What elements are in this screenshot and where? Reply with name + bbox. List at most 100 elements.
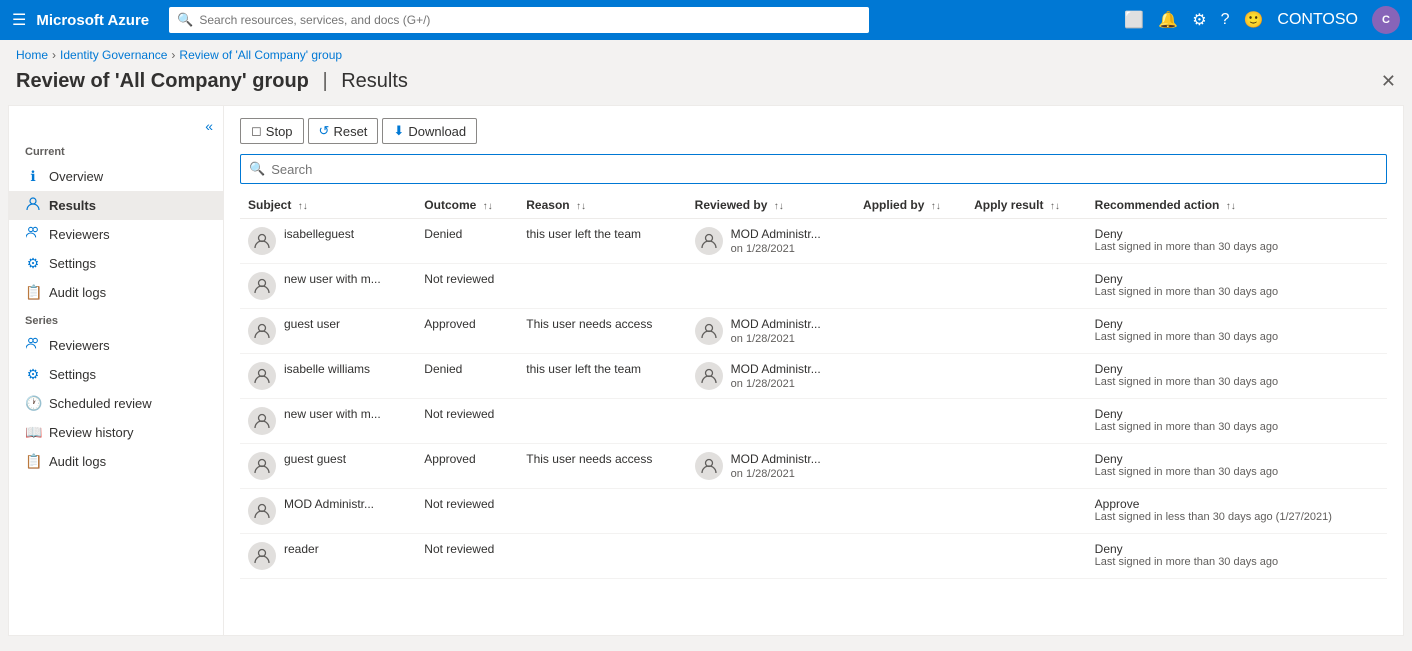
cell-applied-by-5 [855,444,966,489]
sidebar-collapse-button[interactable]: « [9,114,223,138]
stop-label: Stop [266,124,293,139]
hamburger-menu[interactable]: ☰ [12,10,26,30]
col-reviewed-by[interactable]: Reviewed by ↑↓ [687,192,855,219]
reviewer-avatar-2 [695,317,723,345]
user-avatar-3 [248,362,276,390]
recommended-action-5: Deny [1095,452,1379,466]
breadcrumb-identity-governance[interactable]: Identity Governance [60,48,167,62]
user-avatar-1 [248,272,276,300]
reviewer-avatar-5 [695,452,723,480]
sort-outcome-icon[interactable]: ↑↓ [483,201,493,212]
cell-recommended-2: Deny Last signed in more than 30 days ag… [1087,309,1387,354]
reviewer-name-2: MOD Administr... [731,317,821,331]
cell-reviewed-by-3: MOD Administr... on 1/28/2021 [687,354,855,399]
tenant-name: CONTOSO [1277,11,1358,29]
cell-outcome-5: Approved [416,444,518,489]
sort-reviewedby-icon[interactable]: ↑↓ [774,201,784,212]
cell-reviewed-by-6 [687,489,855,534]
reviewer-date-2: on 1/28/2021 [731,333,821,345]
sidebar-item-auditlogs-current[interactable]: 📋 Audit logs [9,278,223,307]
sort-subject-icon[interactable]: ↑↓ [298,201,308,212]
close-button[interactable]: ✕ [1381,71,1396,92]
sidebar-label-review-history: Review history [49,425,134,440]
table-header-row: Subject ↑↓ Outcome ↑↓ Reason ↑↓ Review [240,192,1387,219]
col-applied-by[interactable]: Applied by ↑↓ [855,192,966,219]
results-icon [25,197,41,214]
sidebar-item-reviewers-series[interactable]: Reviewers [9,331,223,360]
reviewers-current-icon [25,226,41,243]
cell-subject-1: new user with m... [240,264,416,309]
settings-icon[interactable]: ⚙ [1192,10,1206,30]
sidebar-item-settings-series[interactable]: ⚙ Settings [9,360,223,389]
cell-reason-0: this user left the team [518,219,686,264]
cell-outcome-0: Denied [416,219,518,264]
recommended-sub-5: Last signed in more than 30 days ago [1095,466,1379,478]
sidebar-item-overview[interactable]: ℹ Overview [9,162,223,191]
cell-reviewed-by-5: MOD Administr... on 1/28/2021 [687,444,855,489]
cell-reason-2: This user needs access [518,309,686,354]
sidebar: « Current ℹ Overview Results Reviewers ⚙… [9,106,224,635]
app-logo: Microsoft Azure [36,12,149,29]
recommended-sub-4: Last signed in more than 30 days ago [1095,421,1379,433]
toolbar: ◻ Stop ↺ Reset ⬇ Download [240,118,1387,144]
sidebar-label-reviewers-series: Reviewers [49,338,110,353]
content-area: ◻ Stop ↺ Reset ⬇ Download 🔍 [224,106,1403,635]
feedback-icon[interactable]: 🙂 [1243,10,1263,30]
subject-name-6: MOD Administr... [284,497,374,511]
col-reason[interactable]: Reason ↑↓ [518,192,686,219]
title-pipe: | [322,70,327,92]
sidebar-item-settings-current[interactable]: ⚙ Settings [9,249,223,278]
sort-recommended-icon[interactable]: ↑↓ [1226,201,1236,212]
cell-outcome-3: Denied [416,354,518,399]
subject-name-5: guest guest [284,452,346,466]
settings-series-icon: ⚙ [25,366,41,383]
cell-reviewed-by-1 [687,264,855,309]
sidebar-item-auditlogs-series[interactable]: 📋 Audit logs [9,447,223,476]
scheduled-review-icon: 🕐 [25,395,41,412]
col-outcome[interactable]: Outcome ↑↓ [416,192,518,219]
cell-applied-by-6 [855,489,966,534]
review-history-icon: 📖 [25,424,41,441]
sort-appliedby-icon[interactable]: ↑↓ [931,201,941,212]
cell-reason-6 [518,489,686,534]
breadcrumb-home[interactable]: Home [16,48,48,62]
global-search-input[interactable] [199,13,861,27]
main-layout: « Current ℹ Overview Results Reviewers ⚙… [8,105,1404,636]
table-search-bar: 🔍 [240,154,1387,184]
cell-reason-1 [518,264,686,309]
portal-icon[interactable]: ⬜ [1124,10,1144,30]
sidebar-item-review-history[interactable]: 📖 Review history [9,418,223,447]
sort-applyresult-icon[interactable]: ↑↓ [1050,201,1060,212]
recommended-sub-6: Last signed in less than 30 days ago (1/… [1095,511,1379,523]
sidebar-series-label: Series [9,307,223,331]
results-table: Subject ↑↓ Outcome ↑↓ Reason ↑↓ Review [240,192,1387,579]
user-avatar-5 [248,452,276,480]
cell-subject-3: isabelle williams [240,354,416,399]
top-navigation: ☰ Microsoft Azure 🔍 ⬜ 🔔 ⚙ ? 🙂 CONTOSO C [0,0,1412,40]
table-search-input[interactable] [271,162,1378,177]
col-apply-result[interactable]: Apply result ↑↓ [966,192,1087,219]
cell-reviewed-by-2: MOD Administr... on 1/28/2021 [687,309,855,354]
sidebar-item-reviewers-current[interactable]: Reviewers [9,220,223,249]
col-subject[interactable]: Subject ↑↓ [240,192,416,219]
cell-apply-result-6 [966,489,1087,534]
sidebar-label-results: Results [49,198,96,213]
sidebar-item-scheduled-review[interactable]: 🕐 Scheduled review [9,389,223,418]
reviewer-avatar-3 [695,362,723,390]
stop-button[interactable]: ◻ Stop [240,118,304,144]
user-avatar[interactable]: C [1372,6,1400,34]
sidebar-item-results[interactable]: Results [9,191,223,220]
cell-outcome-1: Not reviewed [416,264,518,309]
breadcrumb-review[interactable]: Review of 'All Company' group [179,48,342,62]
sidebar-label-overview: Overview [49,169,103,184]
search-icon: 🔍 [177,12,193,28]
sort-reason-icon[interactable]: ↑↓ [576,201,586,212]
recommended-sub-2: Last signed in more than 30 days ago [1095,331,1379,343]
col-recommended-action[interactable]: Recommended action ↑↓ [1087,192,1387,219]
notifications-icon[interactable]: 🔔 [1158,10,1178,30]
help-icon[interactable]: ? [1221,11,1230,29]
table-search-icon: 🔍 [249,161,265,177]
table-row: reader Not reviewed Deny Last signed in … [240,534,1387,579]
download-button[interactable]: ⬇ Download [382,118,477,144]
reset-button[interactable]: ↺ Reset [308,118,379,144]
